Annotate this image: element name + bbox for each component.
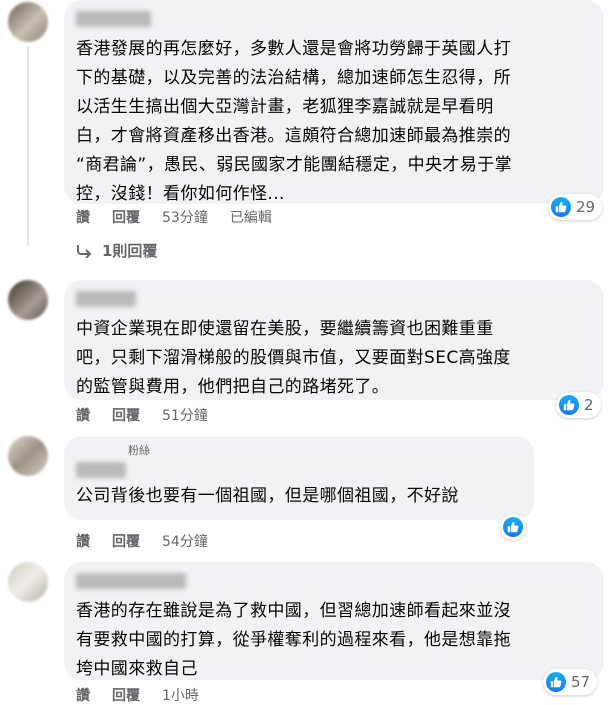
like-button[interactable]: 讚 xyxy=(76,531,90,551)
comment-bubble: 香港的存在雖說是為了救中國，但習總加速師看起來並沒 有要救中國的打算，從爭權奪利… xyxy=(64,562,604,680)
comment-author[interactable] xyxy=(76,11,151,27)
like-button[interactable]: 讚 xyxy=(76,405,90,425)
comment-text: 香港發展的再怎麼好，多數人還是會將功勞歸于英國人打 下的基礎，以及完善的法治結構… xyxy=(76,39,513,204)
reaction-count: 29 xyxy=(576,198,596,216)
like-button[interactable]: 讚 xyxy=(76,685,90,705)
timestamp[interactable]: 1小時 xyxy=(162,685,199,705)
avatar[interactable] xyxy=(8,280,48,320)
timestamp[interactable]: 51分鐘 xyxy=(162,405,208,425)
reply-button[interactable]: 回覆 xyxy=(112,531,140,551)
comment-actions: 讚 回覆 51分鐘 xyxy=(76,405,208,425)
thumbs-up-icon xyxy=(546,672,566,692)
avatar[interactable] xyxy=(8,2,48,42)
reaction-count-badge[interactable]: 57 xyxy=(543,669,598,695)
thumbs-up-icon xyxy=(559,395,579,415)
comment-text: 香港的存在雖說是為了救中國，但習總加速師看起來並沒 有要救中國的打算，從爭權奪利… xyxy=(76,601,511,679)
comment-actions: 讚 回覆 53分鐘 已編輯 xyxy=(76,207,272,227)
reply-button[interactable]: 回覆 xyxy=(112,685,140,705)
thumbs-up-icon xyxy=(551,197,571,217)
comment-bubble: 香港發展的再怎麼好，多數人還是會將功勞歸于英國人打 下的基礎，以及完善的法治結構… xyxy=(64,0,604,204)
reply-button[interactable]: 回覆 xyxy=(112,405,140,425)
reaction-count: 2 xyxy=(584,396,594,414)
edited-label: 已編輯 xyxy=(229,210,272,226)
avatar[interactable] xyxy=(8,562,48,602)
thread-line xyxy=(27,46,29,246)
reply-button[interactable]: 回覆 xyxy=(112,207,140,227)
like-button[interactable]: 讚 xyxy=(76,207,90,227)
reaction-count-badge[interactable] xyxy=(500,514,526,540)
comment-text: 公司背後也要有一個祖國，但是哪個祖國，不好說 xyxy=(76,486,459,506)
comment-actions: 讚 回覆 54分鐘 xyxy=(76,531,208,551)
comment-actions: 讚 回覆 1小時 xyxy=(76,685,199,705)
reaction-count: 57 xyxy=(571,673,591,691)
replies-count-label: 1則回覆 xyxy=(102,242,158,260)
comment-author[interactable] xyxy=(76,573,186,589)
comment-author[interactable] xyxy=(76,462,126,478)
reaction-count-badge[interactable]: 29 xyxy=(548,194,603,220)
reaction-count-badge[interactable]: 2 xyxy=(556,392,601,418)
view-replies-link[interactable]: 1則回覆 xyxy=(76,240,157,261)
comment-bubble: 粉絲 公司背後也要有一個祖國，但是哪個祖國，不好說 xyxy=(64,436,534,520)
reply-arrow-icon xyxy=(77,244,92,258)
timestamp[interactable]: 54分鐘 xyxy=(162,531,208,551)
thumbs-up-icon xyxy=(503,517,523,537)
author-badge: 粉絲 xyxy=(128,444,150,457)
avatar[interactable] xyxy=(8,436,48,476)
comment-bubble: 中資企業現在即使還留在美股，要繼續籌資也困難重重 吧，只剩下溜滑梯般的股價與市值… xyxy=(64,280,604,400)
comment-text: 中資企業現在即使還留在美股，要繼續籌資也困難重重 吧，只剩下溜滑梯般的股價與市值… xyxy=(76,319,511,397)
comment-author[interactable] xyxy=(76,291,136,307)
timestamp[interactable]: 53分鐘 xyxy=(162,207,208,227)
